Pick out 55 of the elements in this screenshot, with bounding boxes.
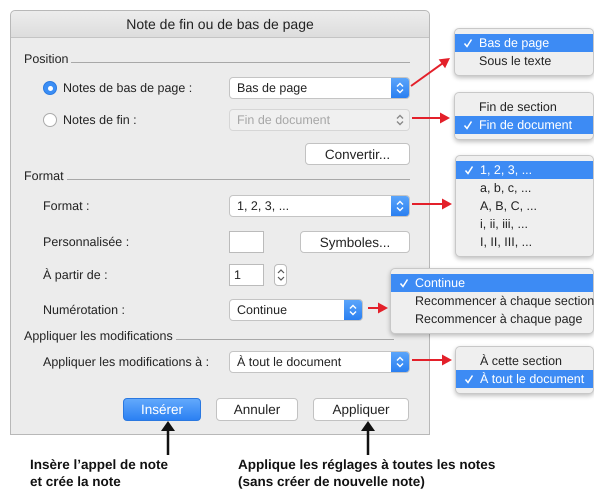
radio-label: Notes de fin : xyxy=(63,113,137,127)
field-label: Numérotation : xyxy=(43,303,125,317)
menu-item[interactable]: Fin de section xyxy=(455,98,593,116)
menu-item[interactable]: Recommencer à chaque section xyxy=(391,292,593,310)
chevron-icon xyxy=(396,356,404,368)
arrow xyxy=(412,198,452,210)
caption-text: Insère l’appel de note xyxy=(30,456,168,473)
check-icon xyxy=(464,165,474,175)
window-title: Note de fin ou de bas de page xyxy=(126,16,314,32)
menu-item[interactable]: A, B, C, ... xyxy=(456,197,593,215)
menu-item[interactable]: Recommencer à chaque page xyxy=(391,310,593,328)
chevron-icon xyxy=(396,82,404,94)
input-field[interactable] xyxy=(229,231,264,253)
arrow xyxy=(368,302,388,314)
symbols-button[interactable]: Symboles... xyxy=(300,231,410,253)
dialog-button[interactable]: Annuler xyxy=(216,398,298,421)
caption-text: et crée la note xyxy=(30,473,122,490)
field-label: Appliquer les modifications à : xyxy=(43,355,210,369)
arrow xyxy=(361,421,375,455)
radio-button[interactable] xyxy=(43,81,57,95)
dropdown[interactable]: Continue xyxy=(229,299,363,321)
dropdown[interactable]: À tout le document xyxy=(229,351,410,373)
section-heading: Position xyxy=(24,52,68,66)
chevron-icon xyxy=(349,304,357,316)
section-heading: Format xyxy=(24,169,64,183)
check-icon xyxy=(464,374,474,384)
menu-item[interactable]: À cette section xyxy=(456,352,593,370)
section-heading: Appliquer les modifications xyxy=(24,329,173,343)
arrow xyxy=(410,58,450,87)
dropdown[interactable]: Bas de page xyxy=(229,77,410,99)
chevron-icon xyxy=(396,114,404,126)
chevron-icon xyxy=(396,200,404,212)
menu-item[interactable]: i, ii, iii, ... xyxy=(456,215,593,233)
check-icon xyxy=(463,120,473,130)
check-icon xyxy=(399,278,409,288)
chevron-icon xyxy=(276,268,284,282)
check-icon xyxy=(463,38,473,48)
caption-text: (sans créer de nouvelle note) xyxy=(238,473,426,490)
radio-button[interactable] xyxy=(43,113,57,127)
convert-button[interactable]: Convertir... xyxy=(305,143,410,165)
arrow xyxy=(412,354,452,366)
menu-item[interactable]: a, b, c, ... xyxy=(456,179,593,197)
dropdown[interactable]: 1, 2, 3, ... xyxy=(229,195,410,217)
menu-item[interactable]: Sous le texte xyxy=(455,52,593,70)
input-field[interactable]: 1 xyxy=(229,264,264,286)
field-label: À partir de : xyxy=(43,268,108,282)
field-label: Format : xyxy=(43,199,90,213)
radio-label: Notes de bas de page : xyxy=(63,81,192,95)
field-label: Personnalisée : xyxy=(43,235,130,249)
dialog-button[interactable]: Appliquer xyxy=(313,398,409,421)
stepper[interactable] xyxy=(274,264,287,286)
menu-item[interactable]: I, II, III, ... xyxy=(456,233,593,251)
caption-text: Applique les réglages à toutes les notes xyxy=(238,456,496,473)
arrow xyxy=(412,112,450,124)
arrow xyxy=(161,421,175,455)
